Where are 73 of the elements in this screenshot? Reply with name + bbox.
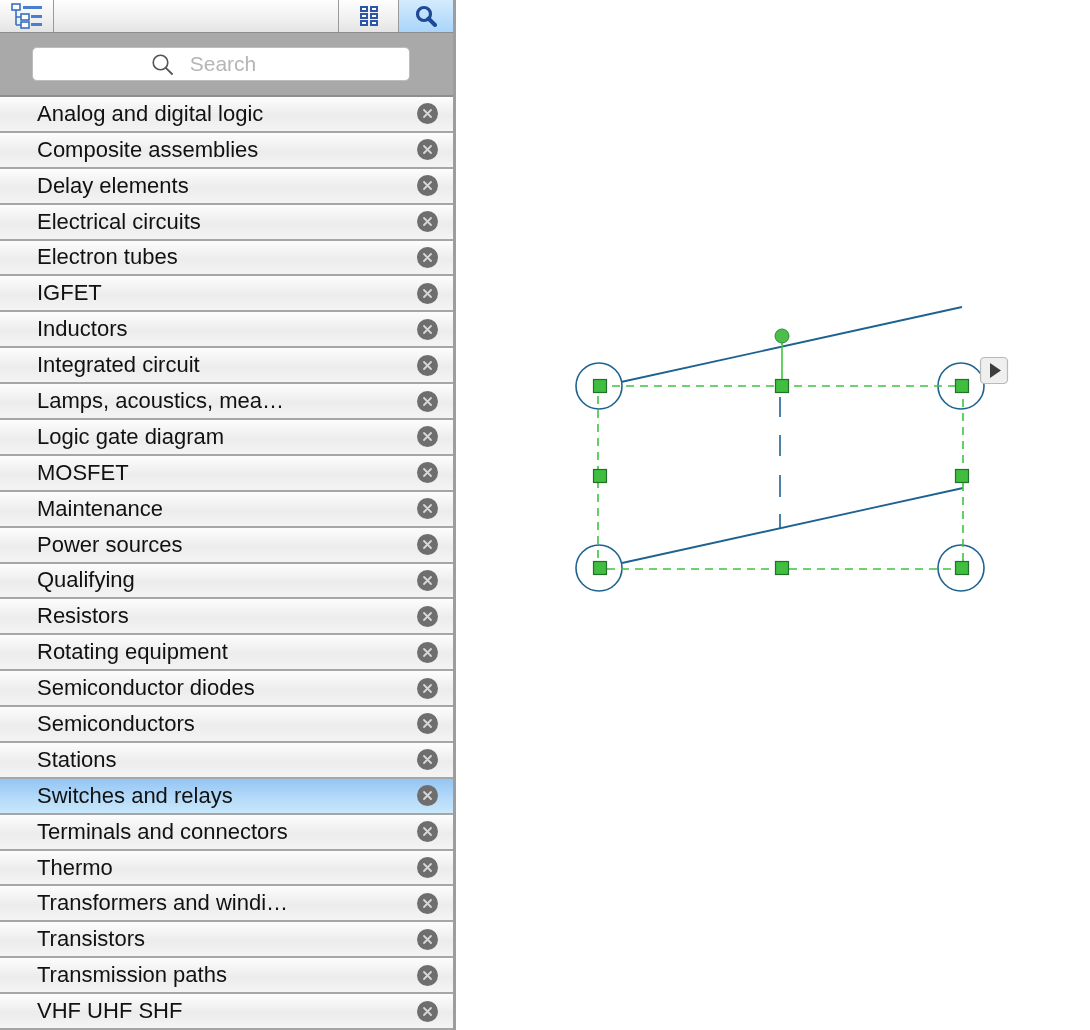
library-item[interactable]: IGFET	[0, 276, 453, 313]
library-item[interactable]: Power sources	[0, 527, 453, 564]
triangle-icon	[990, 363, 1001, 378]
library-item[interactable]: Thermo	[0, 850, 453, 887]
terminal-circle	[937, 544, 985, 592]
library-item[interactable]: MOSFET	[0, 455, 453, 492]
resize-handle[interactable]	[954, 468, 970, 484]
close-icon[interactable]	[417, 821, 438, 843]
library-item[interactable]: Switches and relays	[0, 778, 453, 815]
resize-handle[interactable]	[774, 378, 790, 394]
close-icon[interactable]	[417, 713, 438, 735]
close-icon[interactable]	[417, 282, 438, 304]
library-item[interactable]: Transmission paths	[0, 958, 453, 995]
close-icon[interactable]	[417, 498, 438, 520]
more-button[interactable]	[979, 356, 1009, 385]
close-icon[interactable]	[417, 318, 438, 340]
library-item[interactable]: Transistors	[0, 922, 453, 959]
library-item[interactable]: Composite assemblies	[0, 132, 453, 169]
search-icon	[415, 5, 437, 27]
close-icon[interactable]	[417, 462, 438, 484]
close-icon[interactable]	[417, 103, 438, 125]
close-icon[interactable]	[417, 246, 438, 268]
library-item[interactable]: Logic gate diagram	[0, 419, 453, 456]
terminal-circle	[937, 362, 985, 410]
close-icon[interactable]	[417, 569, 438, 591]
library-item[interactable]: Integrated circuit	[0, 348, 453, 385]
close-icon[interactable]	[417, 749, 438, 771]
close-icon[interactable]	[417, 605, 438, 627]
library-item[interactable]: Terminals and connectors	[0, 814, 453, 851]
resize-handle[interactable]	[954, 560, 970, 576]
library-item[interactable]: Electron tubes	[0, 240, 453, 277]
outline-icon	[10, 3, 43, 29]
close-icon[interactable]	[417, 892, 438, 914]
close-icon[interactable]	[417, 928, 438, 950]
close-icon[interactable]	[417, 139, 438, 161]
close-icon[interactable]	[417, 211, 438, 233]
grid-icon	[359, 6, 378, 26]
library-item[interactable]: Inductors	[0, 312, 453, 349]
library-item[interactable]: Delay elements	[0, 168, 453, 205]
library-item[interactable]: Semiconductors	[0, 707, 453, 743]
close-icon[interactable]	[417, 677, 438, 699]
terminal-circle	[575, 362, 623, 410]
close-icon[interactable]	[417, 534, 438, 556]
resize-handle[interactable]	[592, 468, 608, 484]
close-icon[interactable]	[417, 964, 438, 986]
close-icon[interactable]	[417, 857, 438, 878]
terminal-circle	[575, 544, 623, 592]
resize-handle[interactable]	[592, 560, 608, 576]
close-icon[interactable]	[417, 1000, 438, 1022]
rotate-handle[interactable]	[774, 328, 790, 381]
library-item[interactable]: Semiconductor diodes	[0, 671, 453, 708]
close-icon[interactable]	[417, 354, 438, 376]
library-item[interactable]: Resistors	[0, 599, 453, 636]
library-item[interactable]: Transformers and windi…	[0, 886, 453, 923]
library-item[interactable]: Stations	[0, 742, 453, 779]
toolbar-button[interactable]	[399, 0, 453, 32]
library-item[interactable]: VHF UHF SHF	[0, 994, 453, 1030]
close-icon[interactable]	[417, 785, 438, 807]
close-icon[interactable]	[417, 641, 438, 663]
resize-handle[interactable]	[774, 560, 790, 576]
search-icon	[152, 54, 173, 75]
library-item[interactable]: Rotating equipment	[0, 635, 453, 672]
close-icon[interactable]	[417, 175, 438, 197]
library-item[interactable]: Analog and digital logic	[0, 97, 453, 133]
close-icon[interactable]	[417, 390, 438, 412]
close-icon[interactable]	[417, 426, 438, 448]
resize-handle[interactable]	[954, 378, 970, 394]
library-item[interactable]: Electrical circuits	[0, 204, 453, 241]
search-field[interactable]: Search	[32, 47, 410, 81]
library-item[interactable]: Qualifying	[0, 563, 453, 600]
library-item[interactable]: Maintenance	[0, 491, 453, 528]
resize-handle[interactable]	[592, 378, 608, 394]
library-item[interactable]: Lamps, acoustics, mea…	[0, 384, 453, 420]
